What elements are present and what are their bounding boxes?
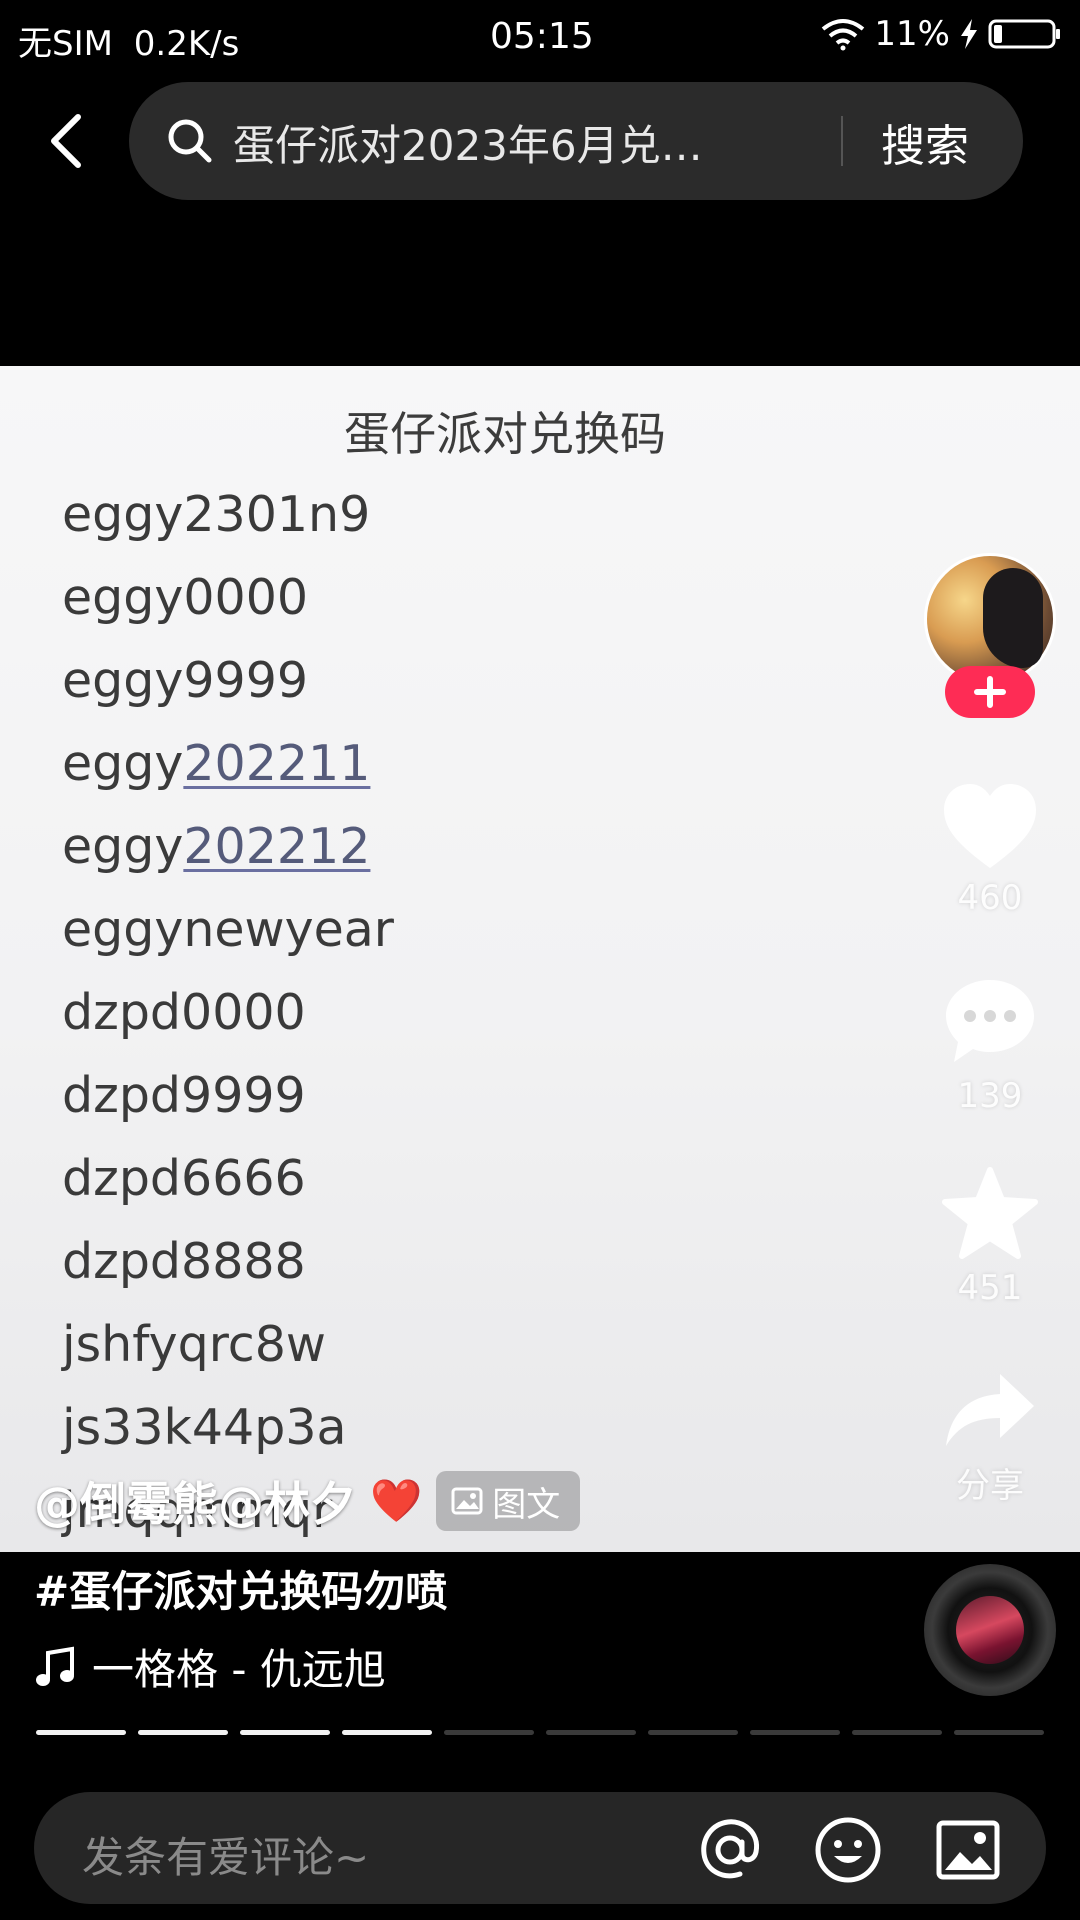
music-cover [956,1596,1024,1664]
search-icon [168,119,212,163]
share-action[interactable]: 分享 [924,1368,1056,1507]
code-item: js33k44p3a [62,1399,347,1456]
code-text: eggy9999 [62,652,309,709]
code-text: eggy [62,735,184,792]
code-text: dzpd8888 [62,1233,306,1290]
code-text: eggynewyear [62,901,394,958]
heart-emoji: ❤️ [370,1476,423,1525]
music-disc[interactable] [924,1564,1056,1696]
progress-segment [342,1730,432,1735]
post-image-title: 蛋仔派对兑换码 [344,407,666,461]
comment-input[interactable]: 发条有爱评论~ [82,1824,369,1885]
code-text: dzpd0000 [62,984,306,1041]
back-arrow-icon [51,114,81,168]
back-button[interactable] [36,105,96,177]
charging-bolt-icon [961,19,977,49]
code-item: eggy2301n9 [62,486,370,543]
code-item: dzpd9999 [62,1067,306,1124]
progress-segment [546,1730,636,1735]
wifi-icon [822,19,865,51]
code-text: eggy2301n9 [62,486,371,543]
favorite-count: 451 [957,1268,1023,1308]
share-arrow-icon [946,1374,1034,1446]
status-indicators: 11% [820,14,1062,54]
code-text: jshfyqrc8w [62,1316,326,1373]
code-item: eggy202212 [62,818,370,875]
search-divider [841,116,843,166]
like-action[interactable]: 460 [924,780,1056,918]
code-item: dzpd6666 [62,1150,306,1207]
image-icon [451,1487,483,1515]
author-line: @倒霉熊@林夕 ❤️ 图文 [34,1468,581,1534]
comment-action[interactable]: 139 [924,974,1056,1116]
image-picker-icon[interactable] [932,1814,1004,1886]
status-bar: 无SIM 0.2K/s 05:15 11% [0,0,1080,76]
slide-progress [36,1730,1044,1735]
search-input[interactable]: 蛋仔派对2023年6月兑… [233,112,893,173]
follow-button[interactable] [945,666,1035,718]
emoji-icon[interactable] [812,1814,884,1886]
code-item: dzpd0000 [62,984,306,1041]
progress-segment [750,1730,840,1735]
star-icon [942,1167,1038,1259]
carrier-label: 无SIM [18,24,113,64]
avatar-figure [983,568,1043,668]
comment-count: 139 [957,1076,1023,1116]
author-name[interactable]: @倒霉熊@林夕 [34,1468,356,1534]
code-number-link[interactable]: 202212 [183,818,370,875]
music-note-icon [36,1646,74,1686]
code-text: dzpd6666 [62,1150,306,1207]
search-button[interactable]: 搜索 [881,110,969,174]
battery-icon [988,19,1060,49]
progress-segment [138,1730,228,1735]
code-item: jshfyqrc8w [62,1316,326,1373]
status-time: 05:15 [490,16,594,57]
plus-icon [974,676,1006,708]
heart-icon [944,784,1036,868]
progress-segment [444,1730,534,1735]
music-line[interactable]: 一格格 - 仇远旭 [34,1636,386,1697]
status-carrier: 无SIM 0.2K/s [18,16,239,65]
progress-segment [852,1730,942,1735]
music-title: 一格格 - 仇远旭 [92,1645,386,1694]
post-type-label: 图文 [492,1484,561,1525]
search-bar[interactable]: 蛋仔派对2023年6月兑… 搜索 [129,82,1023,200]
battery-percent: 11% [874,14,950,54]
code-item: eggy0000 [62,569,308,626]
code-text: dzpd9999 [62,1067,306,1124]
share-label: 分享 [956,1466,1024,1506]
code-item: dzpd8888 [62,1233,306,1290]
progress-segment [648,1730,738,1735]
at-mention-icon[interactable] [694,1814,766,1886]
comment-bar[interactable]: 发条有爱评论~ [34,1792,1046,1904]
post-image[interactable]: 蛋仔派对兑换码 eggy2301n9 eggy0000 eggy9999 eggy20… [0,366,1080,1552]
hashtag-link[interactable]: #蛋仔派对兑换码勿喷 [34,1558,447,1619]
code-item: eggy9999 [62,652,308,709]
comment-bubble-icon [946,980,1034,1062]
code-item: eggynewyear [62,901,394,958]
like-count: 460 [957,878,1023,918]
code-number-link[interactable]: 202211 [183,735,370,792]
favorite-action[interactable]: 451 [924,1166,1056,1308]
net-speed: 0.2K/s [133,24,240,64]
code-text: eggy0000 [62,569,309,626]
code-item: eggy202211 [62,735,370,792]
code-text: js33k44p3a [62,1399,347,1456]
progress-segment [36,1730,126,1735]
progress-segment [954,1730,1044,1735]
code-text: eggy [62,818,184,875]
progress-segment [240,1730,330,1735]
post-type-badge: 图文 [436,1471,581,1531]
